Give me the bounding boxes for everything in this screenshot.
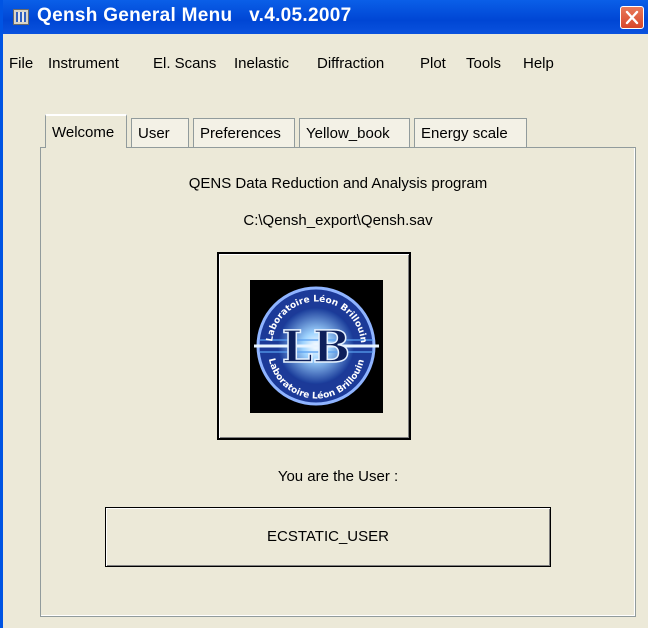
tab-yellow-book[interactable]: Yellow_book <box>299 118 410 148</box>
close-icon <box>625 10 639 25</box>
app-icon[interactable] <box>13 9 29 25</box>
tab-user[interactable]: User <box>131 118 189 148</box>
title-bar[interactable]: Qensh General Menu v.4.05.2007 <box>3 0 648 34</box>
menu-instrument[interactable]: Instrument <box>48 55 119 72</box>
logo-monogram: LB <box>282 322 350 373</box>
program-title: QENS Data Reduction and Analysis program <box>188 175 488 192</box>
llb-logo: Laboratoire Léon Brillouin Laboratoire L… <box>250 280 383 413</box>
menu-bar: File Instrument El. Scans Inelastic Diff… <box>3 55 648 77</box>
menu-inelastic[interactable]: Inelastic <box>234 55 289 72</box>
window-title: Qensh General Menu v.4.05.2007 <box>37 5 352 26</box>
tab-welcome[interactable]: Welcome <box>45 114 127 148</box>
user-prompt: You are the User : <box>277 468 399 485</box>
menu-file[interactable]: File <box>9 55 33 72</box>
menu-tools[interactable]: Tools <box>466 55 501 72</box>
main-window: Qensh General Menu v.4.05.2007 File Inst… <box>0 0 648 628</box>
menu-diffraction[interactable]: Diffraction <box>317 55 384 72</box>
tab-preferences[interactable]: Preferences <box>193 118 295 148</box>
menu-el-scans[interactable]: El. Scans <box>153 55 216 72</box>
save-path: C:\Qensh_export\Qensh.sav <box>243 212 433 229</box>
logo-button[interactable]: Laboratoire Léon Brillouin Laboratoire L… <box>217 252 411 440</box>
menu-plot[interactable]: Plot <box>420 55 446 72</box>
menu-help[interactable]: Help <box>523 55 554 72</box>
close-button[interactable] <box>620 6 644 29</box>
tab-energy-scale[interactable]: Energy scale <box>414 118 527 148</box>
user-name-button[interactable]: ECSTATIC_USER <box>105 507 551 567</box>
